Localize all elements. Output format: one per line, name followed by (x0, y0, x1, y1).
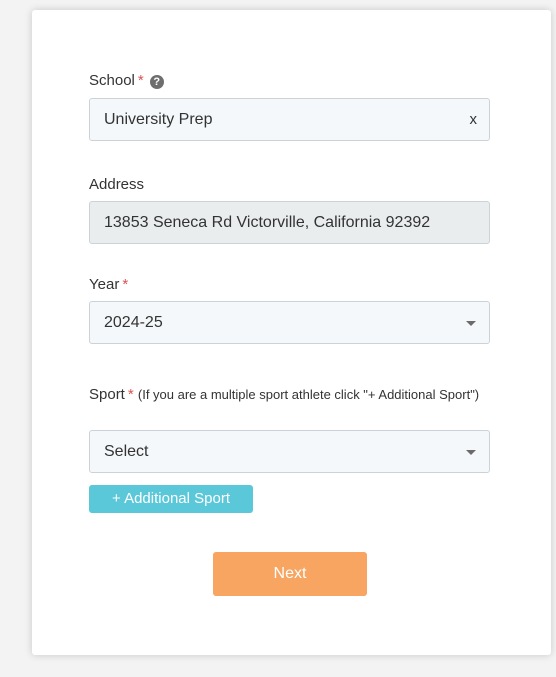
additional-sport-button[interactable]: + Additional Sport (89, 485, 253, 513)
form-card: School *? University Prep x Address 13853… (32, 10, 551, 655)
address-field: 13853 Seneca Rd Victorville, California … (89, 201, 490, 244)
year-label: Year * (89, 276, 128, 293)
school-label-text: School (89, 72, 135, 89)
school-label: School *? (89, 72, 164, 89)
year-value: 2024-25 (104, 314, 163, 331)
sport-label-text: Sport (89, 386, 125, 403)
school-select[interactable]: University Prep x (89, 98, 490, 141)
caret-down-icon (466, 450, 476, 455)
caret-down-icon (466, 321, 476, 326)
question-circle-icon[interactable]: ? (149, 75, 164, 89)
next-button[interactable]: Next (213, 552, 367, 596)
sport-note: (If you are a multiple sport athlete cli… (137, 387, 480, 402)
sport-label: Sport * (If you are a multiple sport athl… (89, 382, 489, 408)
clear-school-button[interactable]: x (470, 99, 478, 140)
year-select[interactable]: 2024-25 (89, 301, 490, 344)
address-label: Address (89, 176, 145, 193)
school-value: University Prep (104, 111, 213, 128)
address-value: 13853 Seneca Rd Victorville, California … (104, 214, 431, 231)
sport-value: Select (104, 443, 149, 460)
year-label-text: Year (89, 276, 120, 293)
required-mark: * (127, 386, 134, 403)
required-mark: * (122, 276, 129, 293)
required-mark: * (137, 72, 144, 89)
sport-select[interactable]: Select (89, 430, 490, 473)
